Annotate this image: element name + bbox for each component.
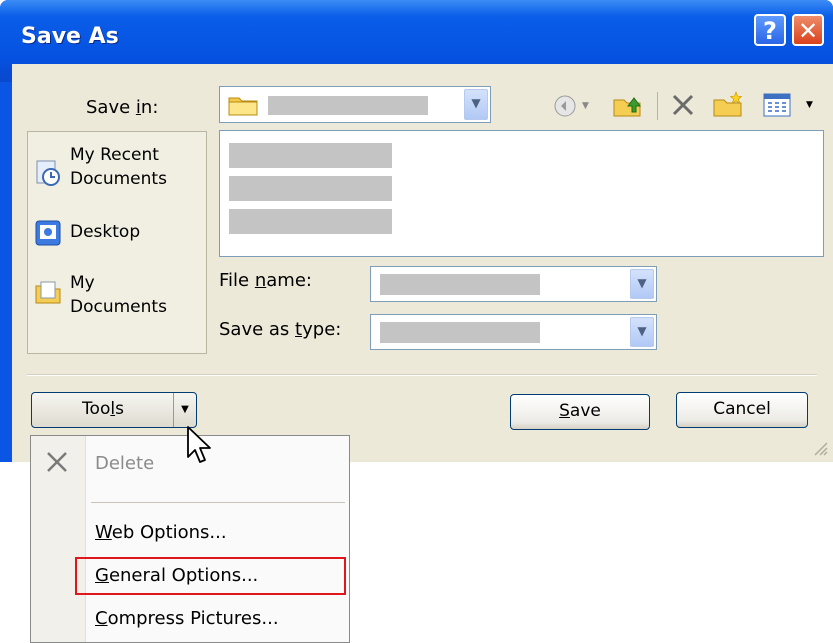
chevron-down-icon[interactable]: ▼ (464, 89, 488, 120)
up-folder-icon[interactable] (612, 92, 642, 118)
save-in-dropdown[interactable]: ▼ (219, 86, 491, 123)
places-bar: My Recent Documents Desktop My Documents (27, 131, 207, 354)
save-in-label: Save in: (86, 97, 159, 118)
chevron-down-icon[interactable]: ▼ (173, 393, 196, 427)
file-name-input[interactable]: ▼ (370, 266, 657, 302)
delete-icon[interactable] (670, 92, 696, 118)
chevron-down-icon[interactable]: ▼ (630, 317, 654, 347)
tools-button-label: Tools (82, 399, 124, 419)
redacted-file-name (380, 274, 540, 295)
my-documents-icon (35, 281, 61, 304)
help-button[interactable]: ? (754, 14, 786, 46)
mouse-cursor-icon (187, 426, 211, 463)
chevron-down-icon[interactable]: ▼ (630, 269, 654, 299)
divider (27, 374, 817, 376)
back-icon[interactable] (553, 94, 577, 118)
tools-button[interactable]: Tools ▼ (31, 392, 197, 428)
new-folder-icon[interactable] (712, 90, 744, 118)
views-dropdown-icon[interactable]: ▼ (806, 100, 813, 110)
places-recent-line1: My Recent (70, 145, 159, 165)
delete-icon (47, 452, 67, 472)
dialog-title: Save As (21, 24, 119, 49)
recent-documents-icon (36, 160, 60, 186)
places-mydocs-line1: My (70, 273, 95, 293)
places-desktop[interactable]: Desktop (28, 217, 206, 249)
menu-item-delete: Delete (95, 453, 155, 474)
menu-separator (91, 502, 345, 503)
file-name-label: File name: (219, 270, 312, 291)
general-options-highlight (75, 557, 346, 595)
views-icon[interactable] (763, 93, 791, 117)
toolbar-separator (657, 92, 658, 120)
cancel-button[interactable]: Cancel (676, 392, 808, 428)
places-recent-documents[interactable]: My Recent Documents (28, 144, 206, 200)
list-item[interactable] (229, 176, 392, 201)
list-item[interactable] (229, 143, 392, 168)
places-desktop-label: Desktop (70, 222, 141, 242)
save-as-type-label: Save as type: (219, 319, 342, 340)
save-button[interactable]: Save (510, 394, 650, 430)
save-as-type-dropdown[interactable]: ▼ (370, 314, 657, 350)
resize-grip-icon[interactable] (812, 440, 828, 456)
places-mydocs-line2: Documents (70, 297, 167, 317)
desktop-icon (35, 220, 61, 246)
close-button[interactable]: ✕ (792, 14, 824, 46)
folder-icon (228, 97, 258, 116)
places-my-documents[interactable]: My Documents (28, 272, 206, 328)
menu-item-compress-pictures[interactable]: Compress Pictures... (95, 608, 279, 629)
file-list[interactable] (219, 130, 824, 257)
redacted-file-type (380, 322, 540, 343)
redacted-folder-name (268, 96, 428, 115)
places-recent-line2: Documents (70, 169, 167, 189)
back-dropdown-icon[interactable]: ▼ (582, 101, 589, 111)
menu-item-web-options[interactable]: Web Options... (95, 522, 227, 543)
list-item[interactable] (229, 209, 392, 234)
